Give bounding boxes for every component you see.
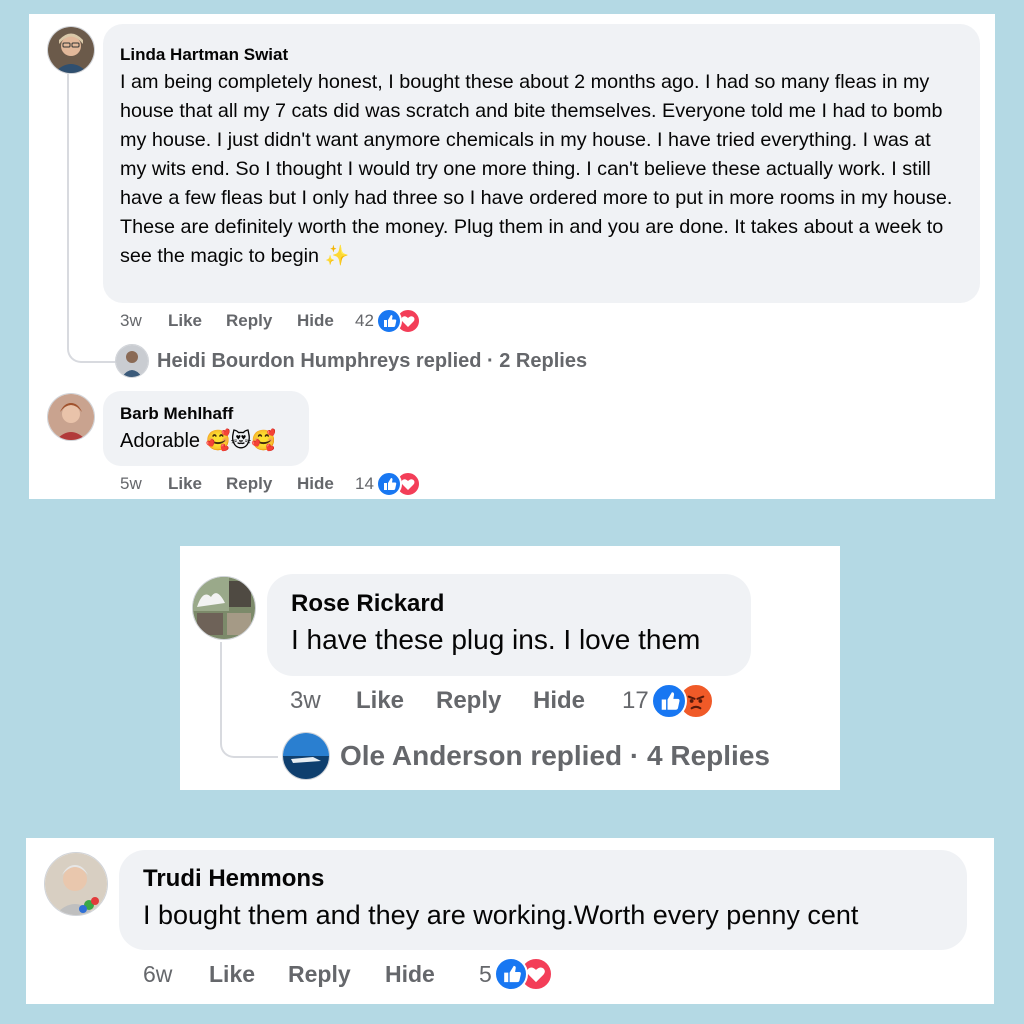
comment-text: I have these plug ins. I love them: [291, 624, 701, 655]
like-icon: [493, 957, 528, 991]
reply-button[interactable]: Reply: [226, 311, 297, 331]
comment-bubble: Rose Rickard I have these plug ins. I lo…: [267, 574, 751, 676]
comment-actions: 3w Like Reply Hide 42: [120, 306, 421, 336]
comment-author[interactable]: Rose Rickard: [291, 589, 731, 619]
comment-author[interactable]: Linda Hartman Swiat: [120, 44, 962, 66]
comments-card-2: Rose Rickard I have these plug ins. I lo…: [180, 546, 840, 790]
reaction-count: 42: [355, 311, 374, 330]
reaction-summary[interactable]: 42: [355, 308, 421, 334]
comment-time[interactable]: 3w: [120, 311, 168, 331]
avatar[interactable]: [192, 576, 256, 640]
reply-button[interactable]: Reply: [288, 961, 385, 988]
reaction-summary[interactable]: 5: [479, 957, 553, 991]
avatar[interactable]: [47, 393, 95, 441]
like-icon: [375, 308, 402, 334]
comment-time[interactable]: 3w: [290, 687, 356, 715]
replies-summary: Heidi Bourdon Humphreys replied · 2 Repl…: [157, 349, 588, 372]
reply-button[interactable]: Reply: [226, 474, 297, 494]
comment-text: Adorable 🥰😻🥰: [120, 430, 277, 452]
comments-card-1: Linda Hartman Swiat I am being completel…: [29, 14, 995, 499]
comment-text: I am being completely honest, I bought t…: [120, 71, 953, 267]
avatar: [115, 344, 149, 378]
comment-time[interactable]: 6w: [143, 961, 209, 988]
reaction-summary[interactable]: 14: [355, 471, 421, 497]
hide-button[interactable]: Hide: [533, 687, 622, 715]
reaction-count: 14: [355, 474, 374, 493]
like-button[interactable]: Like: [356, 687, 436, 715]
comment-time[interactable]: 5w: [120, 474, 168, 494]
hide-button[interactable]: Hide: [385, 961, 479, 988]
comment-author[interactable]: Trudi Hemmons: [143, 864, 947, 894]
comment-bubble: Barb Mehlhaff Adorable 🥰😻🥰: [103, 391, 309, 466]
comment-text: I bought them and they are working.Worth…: [143, 900, 859, 930]
reaction-count: 17: [622, 687, 649, 714]
sparkles-emoji: ✨: [324, 245, 350, 267]
like-icon: [375, 471, 402, 497]
like-button[interactable]: Like: [209, 961, 288, 988]
comment-actions: 3w Like Reply Hide 17: [290, 681, 714, 721]
hide-button[interactable]: Hide: [297, 474, 355, 494]
avatar[interactable]: [44, 852, 108, 916]
reply-button[interactable]: Reply: [436, 687, 533, 715]
view-replies-link[interactable]: Ole Anderson replied · 4 Replies: [282, 732, 770, 780]
like-icon: [650, 683, 687, 719]
reaction-count: 5: [479, 960, 492, 987]
like-button[interactable]: Like: [168, 474, 226, 494]
replies-summary: Ole Anderson replied · 4 Replies: [340, 740, 770, 771]
avatar: [282, 732, 330, 780]
hide-button[interactable]: Hide: [297, 311, 355, 331]
comment-author[interactable]: Barb Mehlhaff: [120, 403, 291, 425]
view-replies-link[interactable]: Heidi Bourdon Humphreys replied · 2 Repl…: [115, 343, 587, 379]
comment-bubble: Trudi Hemmons I bought them and they are…: [119, 850, 967, 950]
reaction-summary[interactable]: 17: [622, 683, 714, 719]
comment-actions: 6w Like Reply Hide 5: [143, 954, 553, 994]
emoji-reactions: 🥰😻🥰: [205, 430, 277, 452]
like-button[interactable]: Like: [168, 311, 226, 331]
comments-card-3: Trudi Hemmons I bought them and they are…: [26, 838, 994, 1004]
avatar[interactable]: [47, 26, 95, 74]
comment-bubble: Linda Hartman Swiat I am being completel…: [103, 24, 980, 303]
comment-actions: 5w Like Reply Hide 14: [120, 469, 421, 499]
